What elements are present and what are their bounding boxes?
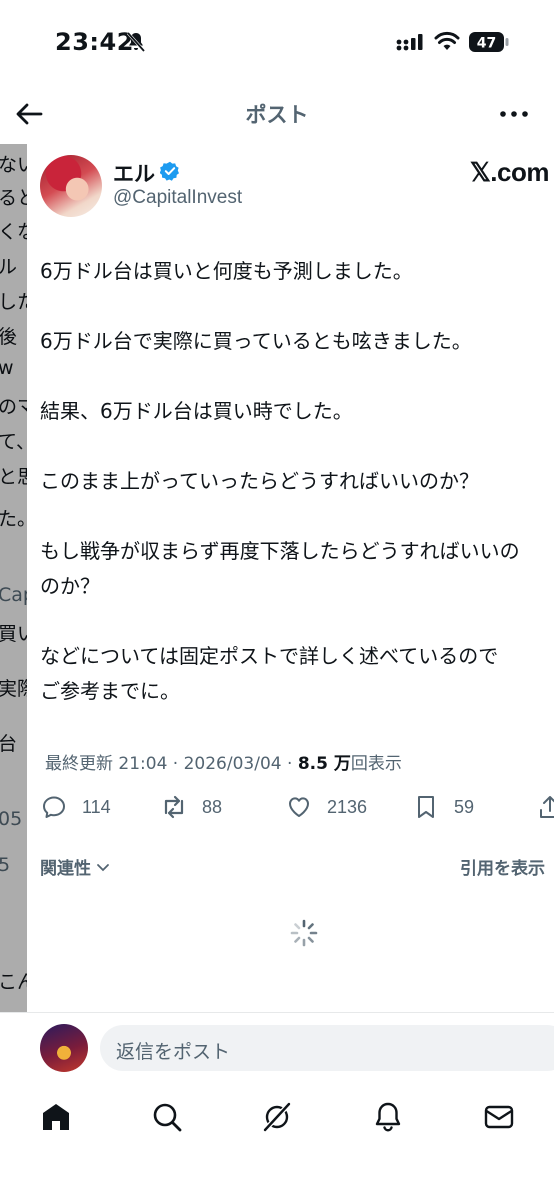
post-card: エル @CapitalInvest 𝕏.com 6万ドル台は買いと何度も予測しま…: [27, 144, 554, 1012]
bookmark-button[interactable]: 59: [412, 792, 474, 822]
view-count-label: 回表示: [350, 754, 402, 774]
nav-messages[interactable]: [482, 1100, 516, 1134]
post-timestamp[interactable]: 21:04 · 2026/03/04: [118, 754, 281, 774]
reply-button[interactable]: 114: [40, 792, 111, 822]
author-avatar[interactable]: [40, 155, 102, 217]
top-bar: ポスト: [0, 84, 554, 144]
post-line: 6万ドル台は買いと何度も予測しました。: [40, 259, 413, 283]
post-meta: 最終更新 21:04 · 2026/03/04 · 8.5 万回表示: [45, 749, 402, 774]
reply-placeholder: 返信をポスト: [116, 1041, 231, 1063]
post-line: ご参考までに。: [40, 679, 180, 703]
sort-relevance-label: 関連性: [40, 859, 91, 879]
user-avatar[interactable]: [40, 1024, 88, 1072]
like-button[interactable]: 2136: [285, 792, 367, 822]
loading-spinner-icon: [290, 919, 318, 947]
verified-badge-icon: [160, 161, 179, 181]
author-handle[interactable]: @CapitalInvest: [113, 187, 242, 209]
like-count: 2136: [327, 796, 368, 817]
reply-bar: 返信をポスト: [0, 1012, 554, 1082]
bookmark-icon: [418, 796, 434, 818]
view-count: 8.5 万: [297, 754, 351, 774]
view-quotes-link[interactable]: 引用を表示: [460, 854, 545, 879]
page-title: ポスト: [245, 103, 309, 127]
reply-count: 114: [82, 796, 111, 817]
reply-icon: [43, 796, 65, 818]
search-icon: [153, 1103, 182, 1132]
source-watermark: 𝕏.com: [469, 157, 550, 187]
clock: 23:42: [55, 28, 134, 56]
repost-icon: [164, 795, 184, 819]
post-line: などについては固定ポストで詳しく述べているので: [40, 644, 499, 668]
sort-relevance-dropdown[interactable]: 関連性: [40, 854, 111, 879]
more-options-icon[interactable]: [498, 102, 530, 126]
post-body: 6万ドル台は買いと何度も予測しました。 6万ドル台で実際に買っているとも呟きまし…: [40, 254, 554, 709]
post-line: 6万ドル台で実際に買っているとも呟きました。: [40, 329, 472, 353]
post-line: 結果、6万ドル台は買い時でした。: [40, 399, 353, 423]
share-button[interactable]: [536, 792, 554, 822]
nav-search[interactable]: [150, 1100, 184, 1134]
heart-icon: [289, 797, 309, 817]
battery-level: 47: [477, 36, 496, 52]
repost-count: 88: [202, 796, 223, 817]
chevron-down-icon: [97, 863, 109, 871]
background-screen-strip: ない ると くな ル した 後 w のマ て、 と思 た。 Cap 買い 実際 …: [0, 144, 27, 1082]
meta-separator: ·: [287, 754, 298, 774]
author-name[interactable]: エル: [113, 158, 155, 188]
post-line: のか？: [40, 574, 100, 598]
grok-icon: [262, 1101, 292, 1133]
notifications-icon: [375, 1102, 401, 1132]
status-bar: 23:42 47: [0, 0, 554, 84]
cellular-signal-icon: [396, 34, 423, 51]
home-icon: [43, 1104, 69, 1130]
bottom-nav: [0, 1082, 554, 1200]
share-icon: [540, 796, 554, 818]
nav-home[interactable]: [39, 1100, 73, 1134]
repost-button[interactable]: 88: [160, 792, 222, 822]
updated-label: 最終更新: [45, 754, 113, 774]
battery-icon: 47: [469, 32, 509, 52]
bell-slash-icon: [126, 32, 146, 52]
post-line: このまま上がっていったらどうすればいいのか？: [40, 469, 479, 493]
nav-notifications[interactable]: [371, 1100, 405, 1134]
reply-input[interactable]: 返信をポスト: [100, 1025, 554, 1071]
dim-overlay: [0, 144, 27, 1082]
action-bar: 114 88 2136 59: [40, 792, 554, 822]
nav-grok[interactable]: [260, 1100, 294, 1134]
messages-icon: [484, 1105, 514, 1129]
wifi-icon: [434, 31, 460, 50]
bookmark-count: 59: [454, 796, 475, 817]
post-line: もし戦争が収まらず再度下落したらどうすればいいの: [40, 539, 520, 563]
